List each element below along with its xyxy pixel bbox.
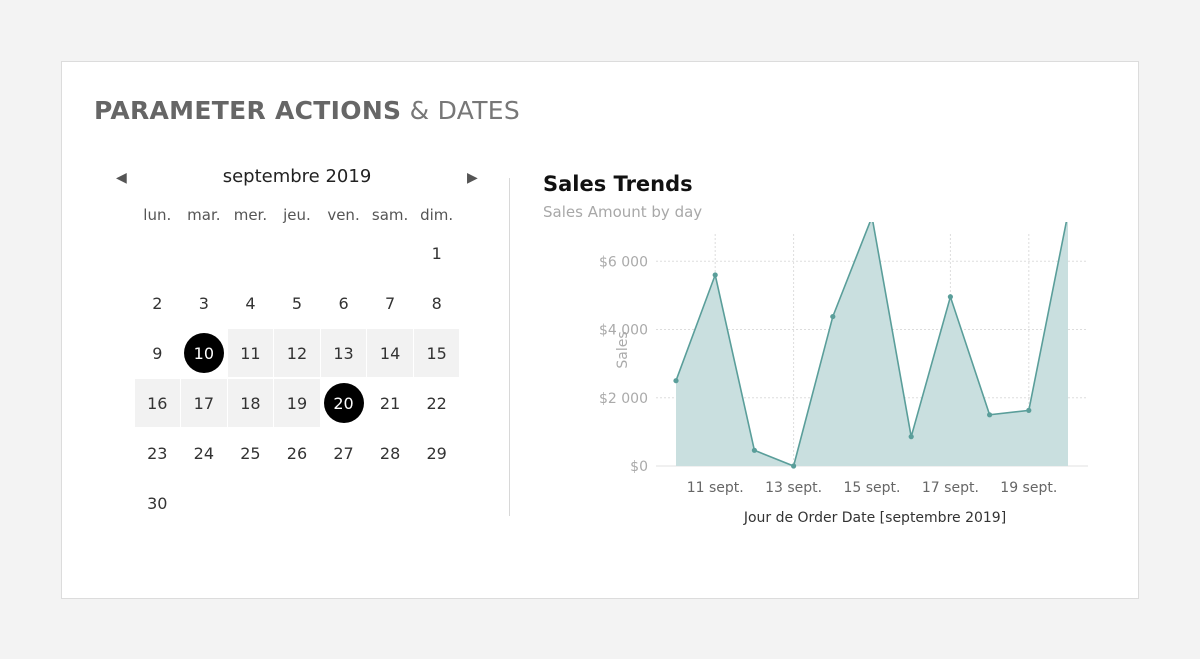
sales-data-point [987, 412, 993, 418]
panel-divider [509, 178, 510, 516]
weekday-label: mer. [233, 206, 268, 224]
sales-data-point [673, 378, 679, 384]
y-tick-label: $2 000 [599, 391, 648, 407]
page-title-light: & DATES [409, 96, 521, 125]
calendar-day-grid: 1 2 3 4 5 6 7 8 9 10 11 12 13 14 15 16 17 18 19 20 21 22 23 24 2… [134, 228, 460, 528]
chart-subtitle: Sales Amount by day [543, 203, 703, 221]
triangle-left-icon[interactable]: ◀ [116, 170, 127, 186]
calendar-day[interactable]: 2 [134, 278, 181, 328]
calendar-empty-cell [367, 228, 414, 278]
calendar-day[interactable]: 18 [227, 379, 274, 427]
calendar-empty-cell [181, 478, 228, 528]
calendar-day[interactable]: 25 [227, 428, 274, 478]
chart-title: Sales Trends [543, 172, 693, 196]
selected-day-label: 10 [183, 333, 224, 373]
calendar-day[interactable]: 24 [181, 428, 228, 478]
x-axis-title: Jour de Order Date [septembre 2019] [743, 510, 1006, 526]
calendar-day[interactable]: 1 [413, 228, 460, 278]
sales-data-point [712, 272, 718, 278]
x-tick-label: 15 sept. [844, 480, 901, 496]
calendar-day[interactable]: 14 [367, 329, 413, 377]
calendar-day-start[interactable]: 10 [181, 328, 228, 378]
sales-data-point [908, 434, 914, 440]
calendar-day[interactable]: 4 [227, 278, 274, 328]
calendar-day[interactable]: 17 [181, 379, 227, 427]
calendar: ◀ septembre 2019 ▶ lun. mar. mer. jeu. ven. s… [102, 162, 482, 532]
selected-day-label: 20 [323, 383, 364, 423]
sales-data-point [751, 447, 757, 453]
calendar-empty-cell [134, 228, 181, 278]
calendar-day[interactable]: 27 [320, 428, 367, 478]
calendar-day[interactable]: 11 [227, 329, 274, 377]
dashboard-card: PARAMETER ACTIONS & DATES ◀ septembre 20… [61, 61, 1139, 599]
calendar-day[interactable]: 22 [413, 378, 460, 428]
calendar-day[interactable]: 26 [274, 428, 321, 478]
calendar-day[interactable]: 6 [320, 278, 367, 328]
calendar-day[interactable]: 21 [367, 378, 414, 428]
calendar-empty-cell [181, 228, 228, 278]
calendar-day[interactable]: 3 [181, 278, 228, 328]
calendar-empty-cell [413, 478, 460, 528]
calendar-empty-cell [320, 228, 367, 278]
calendar-day[interactable]: 19 [274, 379, 320, 427]
page-title: PARAMETER ACTIONS & DATES [94, 96, 520, 125]
calendar-day[interactable]: 8 [413, 278, 460, 328]
calendar-day[interactable]: 28 [367, 428, 414, 478]
y-tick-label: $6 000 [599, 254, 648, 270]
y-axis-title: Sales [615, 331, 631, 368]
calendar-day[interactable]: 12 [274, 329, 320, 377]
sales-data-point [947, 294, 953, 300]
calendar-empty-cell [274, 478, 321, 528]
x-tick-label: 11 sept. [687, 480, 744, 496]
calendar-empty-cell [367, 478, 414, 528]
weekday-label: lun. [143, 206, 172, 224]
sales-data-point [1026, 407, 1032, 413]
calendar-weekday-header: lun. mar. mer. jeu. ven. sam. dim. [134, 206, 460, 224]
calendar-day[interactable]: 16 [134, 379, 181, 427]
triangle-right-icon[interactable]: ▶ [467, 170, 478, 186]
calendar-empty-cell [274, 228, 321, 278]
calendar-day[interactable]: 7 [367, 278, 414, 328]
calendar-empty-cell [227, 228, 274, 278]
x-tick-label: 13 sept. [765, 480, 822, 496]
calendar-day[interactable]: 30 [134, 478, 181, 528]
sales-trend-chart: $0$2 000$4 000$6 00011 sept. 13 sept. 15 s… [599, 222, 1088, 526]
weekday-label: mar. [187, 206, 221, 224]
x-tick-label: 17 sept. [922, 480, 979, 496]
calendar-day[interactable]: 13 [320, 329, 367, 377]
weekday-label: sam. [371, 206, 409, 224]
calendar-day[interactable]: 23 [134, 428, 181, 478]
sales-data-point [830, 313, 836, 320]
calendar-empty-cell [320, 478, 367, 528]
weekday-label: dim. [420, 206, 454, 224]
calendar-day[interactable]: 9 [134, 328, 181, 378]
calendar-empty-cell [227, 478, 274, 528]
calendar-day-end[interactable]: 20 [320, 378, 367, 428]
weekday-label: jeu. [283, 206, 311, 224]
calendar-day[interactable]: 29 [413, 428, 460, 478]
calendar-day[interactable]: 5 [274, 278, 321, 328]
calendar-day[interactable]: 15 [413, 329, 460, 377]
x-tick-label: 19 sept. [1000, 480, 1057, 496]
calendar-month-label: septembre 2019 [222, 166, 372, 187]
page-title-bold: PARAMETER ACTIONS [94, 96, 402, 125]
y-tick-label: $0 [630, 459, 648, 475]
sales-data-point [791, 463, 797, 469]
sales-area-fill [676, 222, 1068, 466]
weekday-label: ven. [327, 206, 360, 224]
